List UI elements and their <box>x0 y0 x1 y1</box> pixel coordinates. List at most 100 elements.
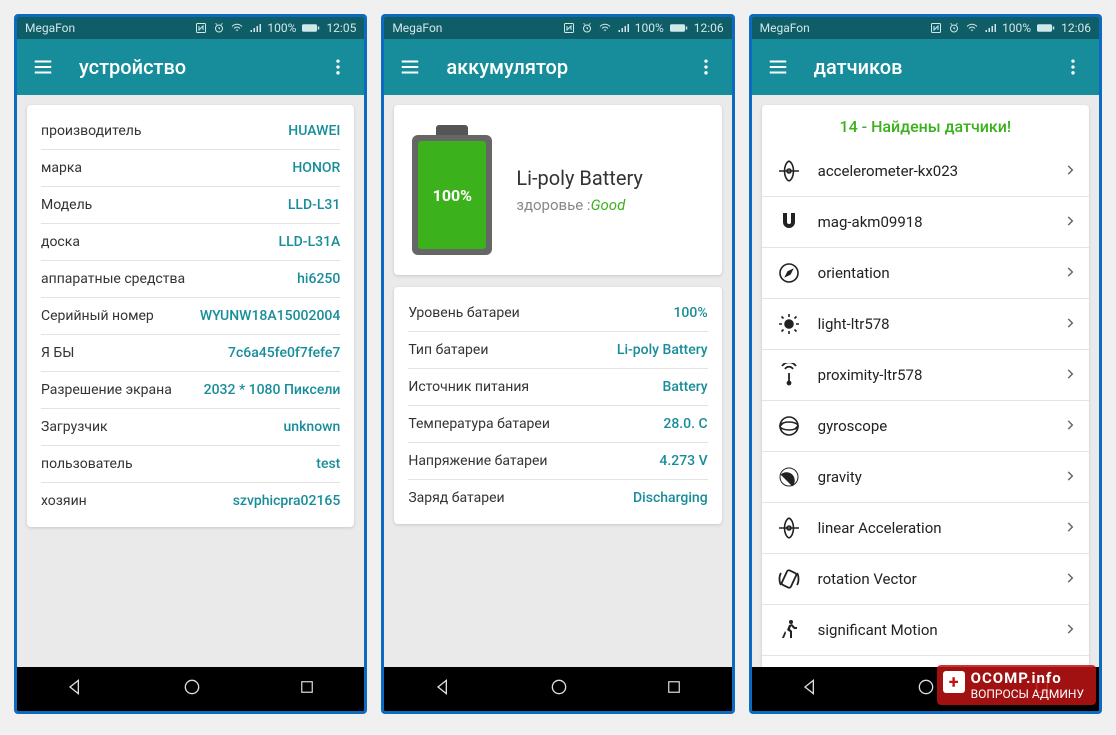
info-label: Разрешение экрана <box>41 382 172 398</box>
overflow-menu-button[interactable] <box>1055 49 1091 85</box>
sensor-row[interactable]: orientation <box>762 248 1089 299</box>
info-row: МодельLLD-L31 <box>41 187 340 224</box>
nav-home-button[interactable] <box>162 671 222 707</box>
android-nav-bar <box>17 667 364 711</box>
info-value: 28.0. C <box>663 416 707 432</box>
info-value: 7c6a45fe0f7fefe7 <box>228 345 340 361</box>
clock-label: 12:06 <box>694 21 724 35</box>
battery-graphic: 100% <box>412 125 492 255</box>
gyro-icon <box>774 411 804 441</box>
status-bar: MegaFon 100% 12:05 <box>17 17 364 39</box>
signal-icon <box>984 22 996 34</box>
info-label: пользователь <box>41 456 133 472</box>
info-row: производительHUAWEI <box>41 113 340 150</box>
nav-back-button[interactable] <box>780 671 840 707</box>
sensor-row[interactable]: gravity <box>762 452 1089 503</box>
android-nav-bar <box>384 667 731 711</box>
info-label: Тип батареи <box>408 342 488 358</box>
wifi-icon <box>231 22 243 34</box>
alarm-icon <box>581 22 593 34</box>
clock-label: 12:05 <box>326 21 356 35</box>
info-value: HONOR <box>292 160 340 176</box>
sensor-name-label: significant Motion <box>818 621 1063 639</box>
info-value: unknown <box>284 419 341 435</box>
watermark: + OCOMP.info ВОПРОСЫ АДМИНУ <box>937 665 1096 705</box>
info-row: Заряд батареи Discharging <box>408 480 707 516</box>
info-label: доска <box>41 234 80 250</box>
info-value: Li-poly Battery <box>617 342 708 358</box>
battery-icon <box>1037 23 1055 33</box>
info-label: Я БЫ <box>41 345 74 361</box>
phone-battery-info: MegaFon 100% 12:06 аккумулятор 100% Li-p… <box>381 14 734 714</box>
nfc-icon <box>563 22 575 34</box>
sensor-row[interactable]: mag-akm09918 <box>762 197 1089 248</box>
info-value: test <box>316 456 340 472</box>
sensor-row[interactable]: rotation Vector <box>762 554 1089 605</box>
info-value: 100% <box>673 305 707 321</box>
info-value: WYUNW18A15002004 <box>200 308 341 324</box>
carrier-label: MegaFon <box>25 21 75 35</box>
light-icon <box>774 309 804 339</box>
prox-icon <box>774 360 804 390</box>
battery-icon <box>670 23 688 33</box>
info-label: Уровень батареи <box>408 305 519 321</box>
info-row: Тип батареи Li-poly Battery <box>408 332 707 369</box>
chevron-right-icon <box>1063 519 1077 538</box>
info-row: Напряжение батареи4.273 V <box>408 443 707 480</box>
nav-back-button[interactable] <box>45 671 105 707</box>
info-value: szvphicpra02165 <box>233 493 341 509</box>
status-bar: MegaFon 100% 12:06 <box>752 17 1099 39</box>
info-row: Источник питанияBattery <box>408 369 707 406</box>
chevron-right-icon <box>1063 213 1077 232</box>
battery-pct-status: 100% <box>635 21 664 35</box>
clock-label: 12:06 <box>1061 21 1091 35</box>
info-row: доскаLLD-L31A <box>41 224 340 261</box>
overflow-menu-button[interactable] <box>688 49 724 85</box>
battery-health-line: здоровье :Good <box>516 196 643 214</box>
info-row: Температура батареи 28.0. C <box>408 406 707 443</box>
hamburger-menu-button[interactable] <box>392 49 428 85</box>
sensor-name-label: gyroscope <box>818 417 1063 435</box>
nav-recents-button[interactable] <box>278 672 336 706</box>
info-row: Уровень батареи 100% <box>408 295 707 332</box>
content-area: производительHUAWEIмаркаHONORМодельLLD-L… <box>17 95 364 667</box>
info-label: Источник питания <box>408 379 529 395</box>
nfc-icon <box>195 22 207 34</box>
watermark-brand: OCOMP.info <box>971 669 1084 687</box>
chevron-right-icon <box>1063 417 1077 436</box>
rotv-icon <box>774 564 804 594</box>
hamburger-menu-button[interactable] <box>760 49 796 85</box>
sensor-name-label: light-ltr578 <box>818 315 1063 333</box>
accel-icon <box>774 156 804 186</box>
nav-recents-button[interactable] <box>645 672 703 706</box>
info-label: Заряд батареи <box>408 490 504 506</box>
info-label: Температура батареи <box>408 416 550 432</box>
sensor-row[interactable]: gyroscope <box>762 401 1089 452</box>
nav-back-button[interactable] <box>413 671 473 707</box>
sensor-row[interactable]: accelerometer-kx023 <box>762 146 1089 197</box>
nav-home-button[interactable] <box>529 671 589 707</box>
sensor-row[interactable]: light-ltr578 <box>762 299 1089 350</box>
info-value: HUAWEI <box>288 123 340 139</box>
battery-pct-status: 100% <box>1002 21 1031 35</box>
linear-icon <box>774 513 804 543</box>
battery-icon <box>302 23 320 33</box>
sensor-name-label: linear Acceleration <box>818 519 1063 537</box>
sensor-row[interactable]: significant Motion <box>762 605 1089 656</box>
hamburger-menu-button[interactable] <box>25 49 61 85</box>
overflow-menu-button[interactable] <box>320 49 356 85</box>
sensor-row[interactable]: proximity-ltr578 <box>762 350 1089 401</box>
info-value: Discharging <box>633 490 708 506</box>
info-label: хозяин <box>41 493 87 509</box>
sensor-name-label: gravity <box>818 468 1063 486</box>
battery-visual-card: 100% Li-poly Battery здоровье :Good <box>394 105 721 275</box>
sensor-name-label: rotation Vector <box>818 570 1063 588</box>
watermark-plus-icon: + <box>943 671 965 693</box>
grav-icon <box>774 462 804 492</box>
app-bar: аккумулятор <box>384 39 731 95</box>
info-label: Напряжение батареи <box>408 453 547 469</box>
info-row: Я БЫ 7c6a45fe0f7fefe7 <box>41 335 340 372</box>
phone-device-info: MegaFon 100% 12:05 устройство производит… <box>14 14 367 714</box>
info-row: Разрешение экрана2032 * 1080 Пиксели <box>41 372 340 409</box>
sensor-row[interactable]: linear Acceleration <box>762 503 1089 554</box>
